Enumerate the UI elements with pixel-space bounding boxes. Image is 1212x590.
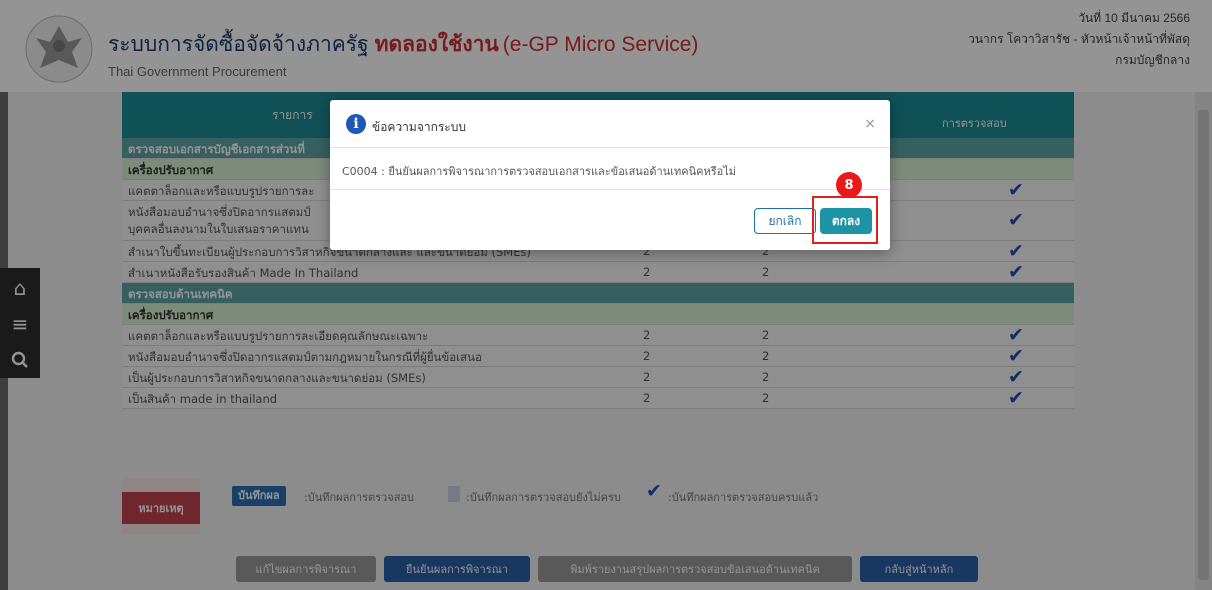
close-icon[interactable]: ×: [864, 116, 876, 132]
modal-overlay: [0, 0, 1212, 590]
dialog-message: C0004 : ยืนยันผลการพิจารณาการตรวจสอบเอกส…: [342, 165, 737, 178]
info-icon: i: [346, 114, 366, 134]
dialog-header: i ข้อความจากระบบ ×: [330, 100, 890, 148]
ok-button[interactable]: ตกลง: [820, 208, 872, 234]
dialog-body: C0004 : ยืนยันผลการพิจารณาการตรวจสอบเอกส…: [330, 148, 890, 190]
system-message-dialog: i ข้อความจากระบบ × C0004 : ยืนยันผลการพิ…: [330, 100, 890, 250]
dialog-title: ข้อความจากระบบ: [372, 120, 466, 134]
cancel-button[interactable]: ยกเลิก: [754, 208, 816, 234]
step-badge: 8: [836, 172, 862, 198]
